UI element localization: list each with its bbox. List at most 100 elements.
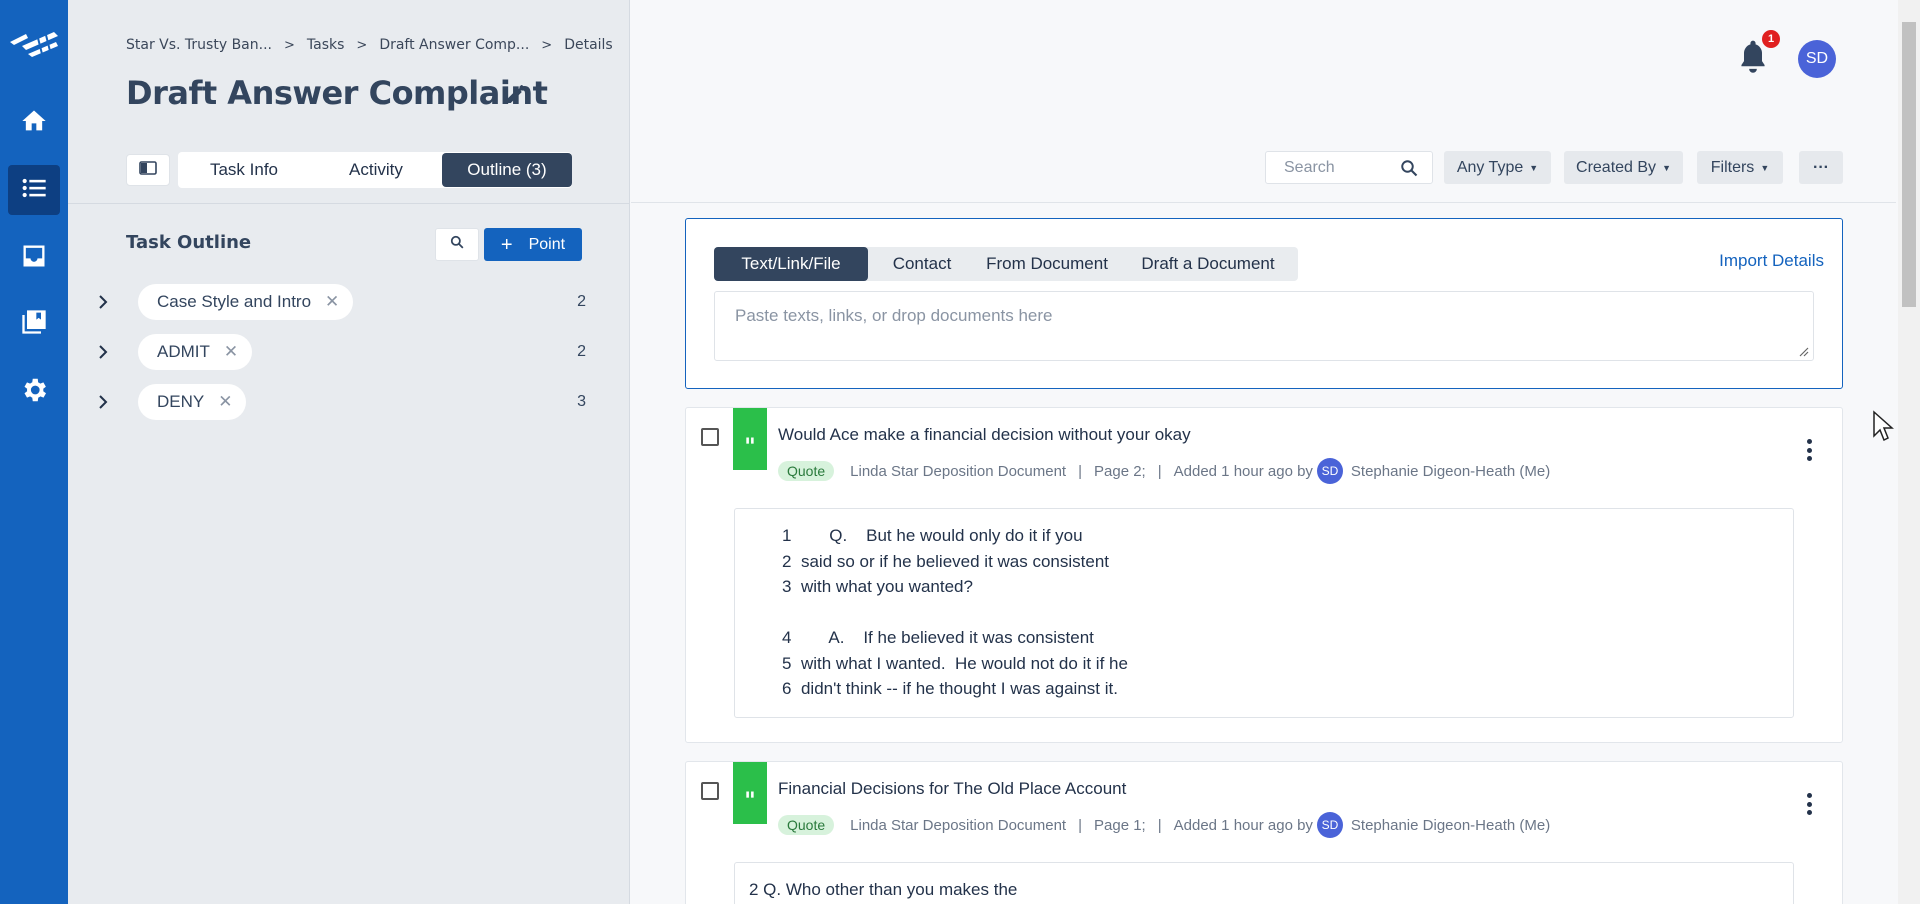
type-tag: Quote	[778, 815, 835, 835]
add-point-button[interactable]: + Point	[484, 228, 582, 261]
breadcrumb-item-details: Details	[564, 37, 613, 53]
any-type-dropdown[interactable]: Any Type ▼	[1444, 151, 1551, 184]
paste-input[interactable]	[715, 292, 1813, 360]
card-title[interactable]: Would Ace make a financial decision with…	[778, 425, 1191, 445]
tab-outline[interactable]: Outline (3)	[441, 153, 572, 187]
chevron-right-icon[interactable]	[88, 295, 118, 309]
quote-card: " Financial Decisions for The Old Place …	[685, 761, 1843, 904]
card-title[interactable]: Financial Decisions for The Old Place Ac…	[778, 779, 1126, 799]
more-horizontal-icon: ···	[1813, 158, 1829, 176]
toggle-sidebar-button[interactable]	[126, 154, 170, 186]
notification-badge: 1	[1762, 30, 1780, 48]
nav-settings[interactable]	[8, 367, 60, 417]
outline-item-pill[interactable]: Case Style and Intro ✕	[138, 284, 354, 320]
card-meta: Quote Linda Star Deposition Document | P…	[778, 812, 1550, 838]
scrollbar[interactable]	[1898, 0, 1920, 904]
remove-icon[interactable]: ✕	[218, 392, 232, 412]
outline-item: Case Style and Intro ✕ 2	[88, 284, 586, 320]
inbox-icon	[20, 242, 48, 275]
meta-separator: |	[1157, 462, 1162, 480]
tab-activity[interactable]: Activity	[310, 153, 442, 187]
nav-home[interactable]	[8, 98, 60, 148]
scrollbar-thumb[interactable]	[1902, 22, 1916, 307]
tab-task-info[interactable]: Task Info	[178, 153, 310, 187]
gear-icon	[19, 375, 49, 410]
search-field	[1265, 151, 1433, 184]
nav-library[interactable]	[8, 299, 60, 349]
breadcrumb-separator: >	[283, 37, 295, 53]
breadcrumb-separator: >	[541, 37, 553, 53]
select-checkbox[interactable]	[701, 782, 719, 800]
breadcrumb-item-tasks[interactable]: Tasks	[307, 37, 345, 53]
outline-item: ADMIT ✕ 2	[88, 334, 586, 370]
author-name: Stephanie Digeon-Heath (Me)	[1350, 462, 1551, 480]
filters-label: Filters	[1710, 158, 1755, 176]
task-detail-panel: Star Vs. Trusty Ban... > Tasks > Draft A…	[68, 0, 630, 904]
caret-down-icon: ▼	[1662, 162, 1671, 173]
meta-separator: |	[1078, 462, 1083, 480]
page-ref: Page 1;	[1094, 816, 1146, 834]
source-document-link[interactable]: Linda Star Deposition Document	[850, 463, 1066, 480]
remove-icon[interactable]: ✕	[325, 292, 339, 312]
segment-text-link-file[interactable]: Text/Link/File	[714, 247, 868, 281]
search-input[interactable]	[1284, 158, 1396, 177]
author-avatar: SD	[1316, 812, 1343, 838]
divider	[631, 202, 1896, 203]
quote-body: 2 Q. Who other than you makes the	[734, 862, 1794, 904]
pencil-icon[interactable]	[504, 82, 528, 106]
paste-area	[714, 291, 1814, 361]
resize-handle-icon[interactable]	[1797, 344, 1809, 357]
main-content: 1 SD Any Type ▼ Created By ▼ Filters ▼ ·…	[631, 0, 1920, 904]
chevron-right-icon[interactable]	[88, 345, 118, 359]
plus-icon: +	[500, 233, 513, 256]
search-icon[interactable]	[1400, 159, 1418, 182]
segment-from-document[interactable]: From Document	[976, 247, 1118, 281]
segment-contact[interactable]: Contact	[868, 247, 976, 281]
add-item-composer: Text/Link/File Contact From Document Dra…	[685, 218, 1843, 389]
quote-body: 1 Q. But he would only do it if you 2 sa…	[734, 508, 1794, 718]
outline-title: Task Outline	[126, 232, 252, 253]
quote-mark-icon: "	[733, 762, 767, 824]
add-point-label: Point	[528, 235, 566, 253]
import-details-link[interactable]: Import Details	[1719, 251, 1824, 271]
quote-card: " Would Ace make a financial decision wi…	[685, 407, 1843, 743]
breadcrumb-item-task[interactable]: Draft Answer Comp...	[379, 37, 529, 53]
select-checkbox[interactable]	[701, 428, 719, 446]
more-options-button[interactable]: ···	[1799, 151, 1843, 184]
outline-item-pill[interactable]: ADMIT ✕	[138, 334, 253, 370]
caret-down-icon: ▼	[1529, 162, 1539, 173]
breadcrumb-item-case[interactable]: Star Vs. Trusty Ban...	[126, 37, 272, 53]
outline-search-button[interactable]	[435, 228, 479, 261]
remove-icon[interactable]: ✕	[224, 342, 238, 362]
source-segmented-control: Text/Link/File Contact From Document Dra…	[714, 247, 1298, 281]
page-ref: Page 2;	[1094, 462, 1146, 480]
outline-item-pill[interactable]: DENY ✕	[138, 384, 247, 420]
task-tabs: Task Info Activity Outline (3)	[178, 152, 572, 188]
home-icon	[20, 107, 48, 140]
outline-item-label: Case Style and Intro	[157, 292, 312, 311]
created-by-dropdown[interactable]: Created By ▼	[1564, 151, 1683, 184]
meta-separator: |	[1078, 816, 1083, 834]
sidebar-panel-icon	[139, 160, 157, 180]
meta-separator: |	[1157, 816, 1162, 834]
breadcrumb-separator: >	[356, 37, 368, 53]
app-logo-icon[interactable]	[8, 28, 60, 62]
more-vertical-icon[interactable]	[1806, 793, 1812, 815]
page-title: Draft Answer Complaint	[126, 74, 548, 112]
nav-tasks[interactable]	[8, 165, 60, 215]
mouse-cursor-icon	[1872, 410, 1896, 444]
any-type-label: Any Type	[1456, 158, 1524, 176]
quote-text: 1 Q. But he would only do it if you 2 sa…	[782, 526, 1128, 698]
search-icon	[450, 235, 464, 254]
chevron-right-icon[interactable]	[88, 395, 118, 409]
nav-inbox[interactable]	[8, 233, 60, 283]
author-name: Stephanie Digeon-Heath (Me)	[1350, 816, 1551, 834]
outline-item-count: 2	[577, 343, 586, 360]
more-vertical-icon[interactable]	[1806, 439, 1812, 461]
divider	[68, 203, 630, 204]
avatar[interactable]: SD	[1798, 40, 1836, 78]
segment-draft-document[interactable]: Draft a Document	[1118, 247, 1298, 281]
library-icon	[20, 308, 48, 341]
source-document-link[interactable]: Linda Star Deposition Document	[850, 817, 1066, 834]
filters-dropdown[interactable]: Filters ▼	[1697, 151, 1783, 184]
